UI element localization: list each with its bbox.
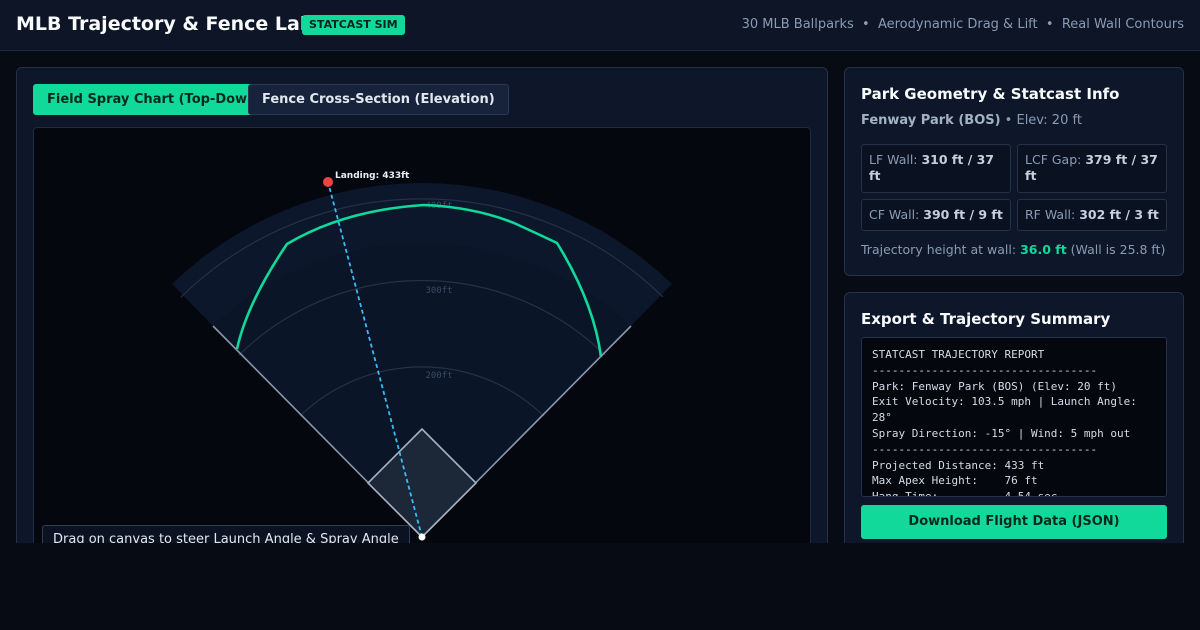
download-json-button[interactable]: Download Flight Data (JSON) — [861, 505, 1167, 539]
ring-label-200: 200ft — [425, 371, 452, 381]
page-bottom-background — [0, 543, 1200, 630]
visualization-panel: Field Spray Chart (Top-Down) Fence Cross… — [16, 67, 828, 567]
rf-wall-label: RF Wall: — [1025, 207, 1080, 222]
cf-wall-label: CF Wall: — [869, 207, 924, 222]
trajectory-report[interactable]: STATCAST TRAJECTORY REPORT -------------… — [861, 337, 1167, 497]
rf-wall-value: 302 ft / 3 ft — [1079, 207, 1159, 222]
statcast-badge: STATCAST SIM — [302, 15, 405, 35]
tab-fence-cross-section[interactable]: Fence Cross-Section (Elevation) — [248, 84, 509, 115]
traj-value: 36.0 ft — [1020, 242, 1067, 257]
spray-chart-svg[interactable]: 200ft 300ft 400ft Landing: 433ft — [34, 128, 811, 567]
field-canvas[interactable]: 200ft 300ft 400ft Landing: 433ft Drag on… — [33, 127, 811, 567]
app-title: MLB Trajectory & Fence Lab — [16, 13, 314, 35]
trajectory-at-wall: Trajectory height at wall: 36.0 ft (Wall… — [861, 241, 1165, 259]
ring-label-300: 300ft — [425, 286, 452, 296]
geometry-title: Park Geometry & Statcast Info — [861, 85, 1120, 103]
lcf-gap-label: LCF Gap: — [1025, 152, 1086, 167]
landing-label: Landing: 433ft — [335, 171, 410, 181]
cf-wall-value: 390 ft / 9 ft — [923, 207, 1003, 222]
park-info: Fenway Park (BOS) • Elev: 20 ft — [861, 112, 1082, 130]
app-header: MLB Trajectory & Fence Lab STATCAST SIM … — [0, 0, 1200, 51]
lf-wall-cell: LF Wall: 310 ft / 37 ft — [861, 144, 1011, 193]
lf-wall-label: LF Wall: — [869, 152, 922, 167]
cf-wall-cell: CF Wall: 390 ft / 9 ft — [861, 199, 1011, 231]
home-plate — [418, 533, 426, 541]
lcf-gap-cell: LCF Gap: 379 ft / 37 ft — [1017, 144, 1167, 193]
park-name: Fenway Park (BOS) — [861, 113, 1001, 128]
header-subtitle: 30 MLB Ballparks • Aerodynamic Drag & Li… — [741, 17, 1184, 32]
park-elevation: • Elev: 20 ft — [1000, 113, 1082, 128]
traj-note: (Wall is 25.8 ft) — [1066, 242, 1166, 257]
export-panel: Export & Trajectory Summary STATCAST TRA… — [844, 292, 1184, 572]
rf-wall-cell: RF Wall: 302 ft / 3 ft — [1017, 199, 1167, 231]
tab-field-spray-chart[interactable]: Field Spray Chart (Top-Down) — [33, 84, 277, 115]
traj-label: Trajectory height at wall: — [861, 242, 1021, 257]
landing-marker[interactable] — [323, 177, 333, 187]
export-title: Export & Trajectory Summary — [861, 310, 1111, 328]
park-geometry-panel: Park Geometry & Statcast Info Fenway Par… — [844, 67, 1184, 276]
